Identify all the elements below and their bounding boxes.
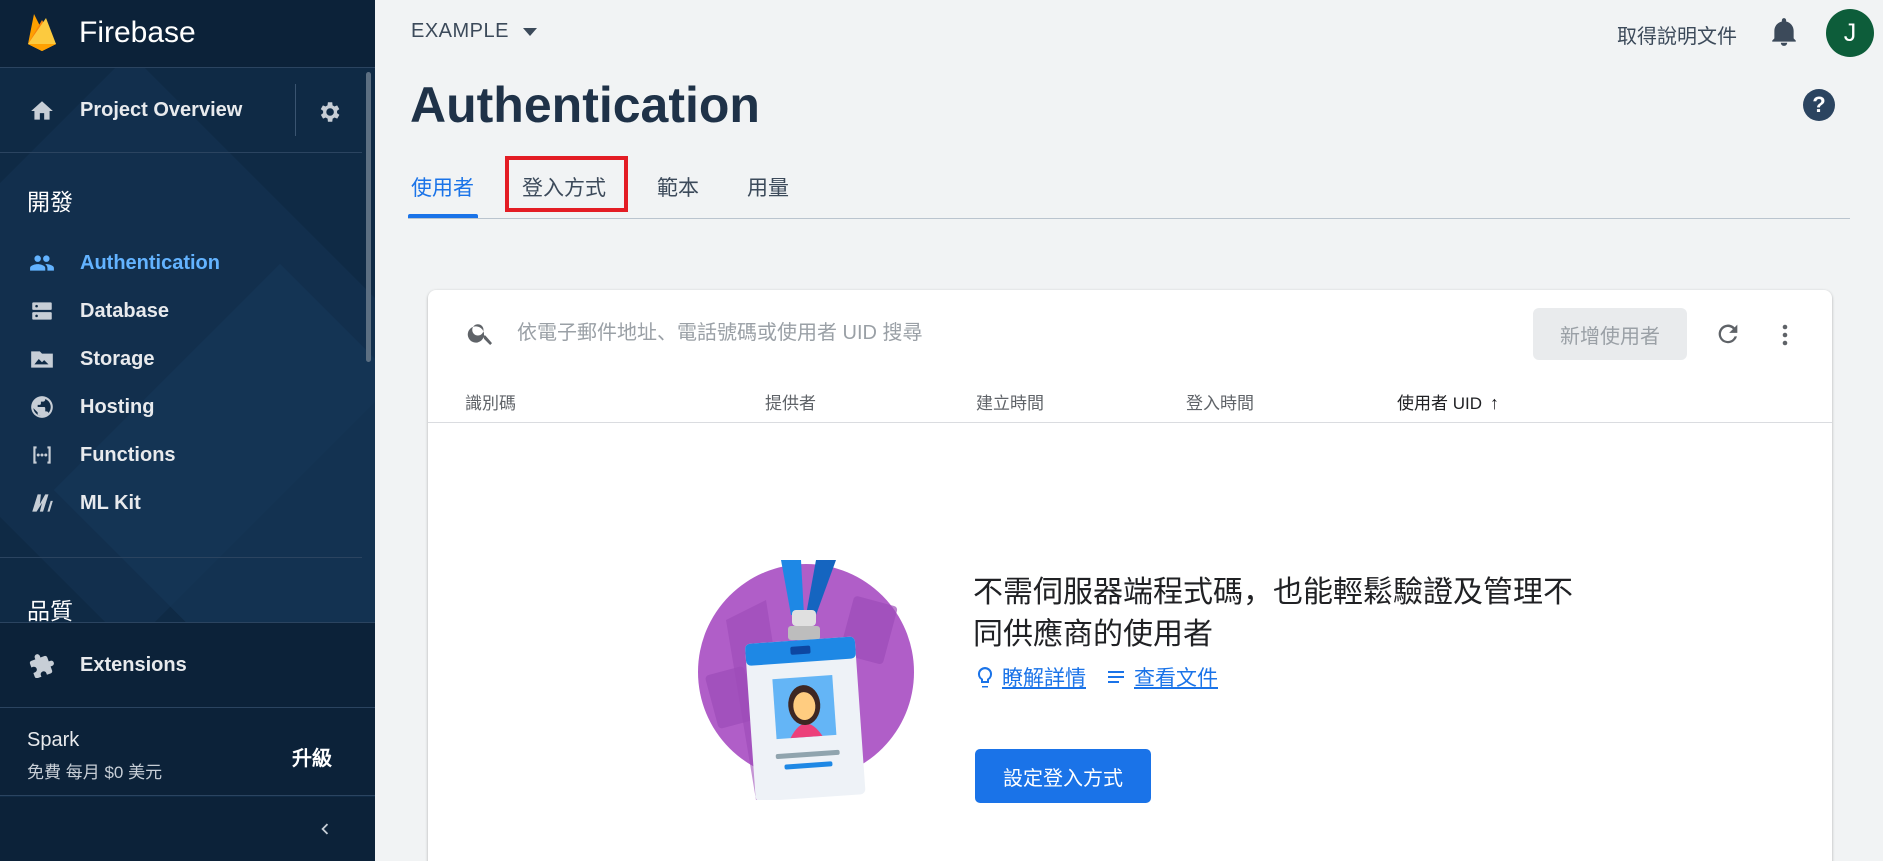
divider <box>428 422 1832 423</box>
database-icon <box>32 302 52 320</box>
image-icon <box>31 351 53 368</box>
sidebar-item-authentication[interactable]: Authentication <box>0 241 362 285</box>
learn-more-text[interactable]: 瞭解詳情 <box>1002 662 1086 692</box>
extensions-row: Extensions <box>0 643 362 687</box>
add-user-button[interactable]: 新增使用者 <box>1533 308 1687 360</box>
setup-sign-in-method-button[interactable]: 設定登入方式 <box>975 749 1151 803</box>
sidebar-item-ml-kit[interactable]: ML Kit <box>0 481 362 525</box>
tab-bar: 使用者 登入方式 範本 用量 <box>408 155 1850 219</box>
avatar[interactable]: J <box>1826 9 1874 57</box>
globe-icon <box>31 396 53 418</box>
column-header-created[interactable]: 建立時間 <box>976 389 1044 414</box>
sidebar-item-database[interactable]: Database <box>0 289 362 333</box>
sidebar-item-functions[interactable]: Functions <box>0 433 362 477</box>
view-docs-link[interactable]: 查看文件 <box>1106 662 1218 692</box>
bell-icon[interactable] <box>1771 17 1797 47</box>
sidebar-item-storage[interactable]: Storage <box>0 337 362 381</box>
sidebar-item-label: Extensions <box>80 654 187 676</box>
empty-state-title: 不需伺服器端程式碼，也能輕鬆驗證及管理不同供應商的使用者 <box>973 576 1573 651</box>
learn-more-link[interactable]: 瞭解詳情 <box>976 662 1086 692</box>
sidebar-item-hosting[interactable]: Hosting <box>0 385 362 429</box>
sidebar-scrollbar[interactable] <box>366 72 371 362</box>
column-header-signed-in[interactable]: 登入時間 <box>1186 389 1254 414</box>
sidebar: Firebase Project Overview 開發 Authenticat… <box>0 0 375 861</box>
project-selector[interactable]: EXAMPLE <box>411 20 537 43</box>
sidebar-item-extensions[interactable]: Extensions <box>0 622 375 708</box>
tab-usage[interactable]: 用量 <box>747 172 789 202</box>
chevron-left-icon <box>321 823 329 835</box>
column-header-provider[interactable]: 提供者 <box>765 389 816 414</box>
upgrade-button[interactable]: 升級 <box>292 742 332 771</box>
column-header-identifier[interactable]: 識別碼 <box>465 389 516 414</box>
column-header-label: 使用者 UID <box>1397 394 1482 413</box>
more-vert-icon[interactable] <box>1773 320 1797 350</box>
refresh-icon[interactable] <box>1714 320 1742 348</box>
section-heading-quality: 品質 <box>27 598 73 624</box>
active-tab-indicator <box>408 214 478 218</box>
plan-description: 免費 每月 $0 美元 <box>27 763 163 782</box>
project-overview-label: Project Overview <box>80 99 243 121</box>
project-overview[interactable]: Project Overview <box>0 69 362 153</box>
divider <box>0 557 362 558</box>
id-badge-illustration <box>698 560 914 800</box>
sidebar-item-label: Database <box>80 300 169 322</box>
sidebar-item-label: Authentication <box>80 252 220 274</box>
gear-icon[interactable] <box>316 99 342 125</box>
sidebar-item-label: Hosting <box>80 396 155 418</box>
sort-arrow-up-icon: ↑ <box>1490 393 1499 413</box>
project-name: EXAMPLE <box>411 20 509 42</box>
plan-name: Spark <box>27 729 80 751</box>
lightbulb-icon <box>977 666 993 688</box>
sidebar-item-label: ML Kit <box>80 492 141 514</box>
people-icon <box>30 255 54 271</box>
firebase-logo-icon <box>28 14 56 51</box>
search-icon <box>467 324 492 345</box>
brand-header[interactable]: Firebase <box>0 0 375 68</box>
home-icon <box>31 101 53 120</box>
section-heading-develop: 開發 <box>27 189 73 215</box>
caret-down-icon <box>522 27 537 36</box>
notes-icon <box>1108 671 1124 683</box>
view-docs-text[interactable]: 查看文件 <box>1134 662 1218 692</box>
sidebar-item-label: Functions <box>80 444 176 466</box>
column-header-user-uid[interactable]: 使用者 UID ↑ <box>1397 389 1499 414</box>
page-title: Authentication <box>410 77 760 133</box>
puzzle-icon <box>29 654 54 678</box>
ml-kit-icon <box>32 494 53 512</box>
sidebar-item-label: Storage <box>80 348 155 370</box>
functions-icon <box>33 446 51 464</box>
docs-link[interactable]: 取得說明文件 <box>1617 20 1737 49</box>
users-card: 新增使用者 識別碼 提供者 建立時間 登入時間 使用者 UID ↑ 不需伺服器端程… <box>428 290 1832 861</box>
tab-users[interactable]: 使用者 <box>411 172 474 202</box>
brand-name: Firebase <box>79 16 196 49</box>
tab-templates[interactable]: 範本 <box>657 172 699 202</box>
collapse-sidebar-button[interactable] <box>0 797 375 861</box>
divider <box>295 84 296 136</box>
help-icon[interactable]: ? <box>1803 89 1835 121</box>
search-input[interactable] <box>517 318 1417 348</box>
plan-panel: Spark 免費 每月 $0 美元 升級 <box>0 708 375 796</box>
tab-highlight-box <box>505 156 628 212</box>
